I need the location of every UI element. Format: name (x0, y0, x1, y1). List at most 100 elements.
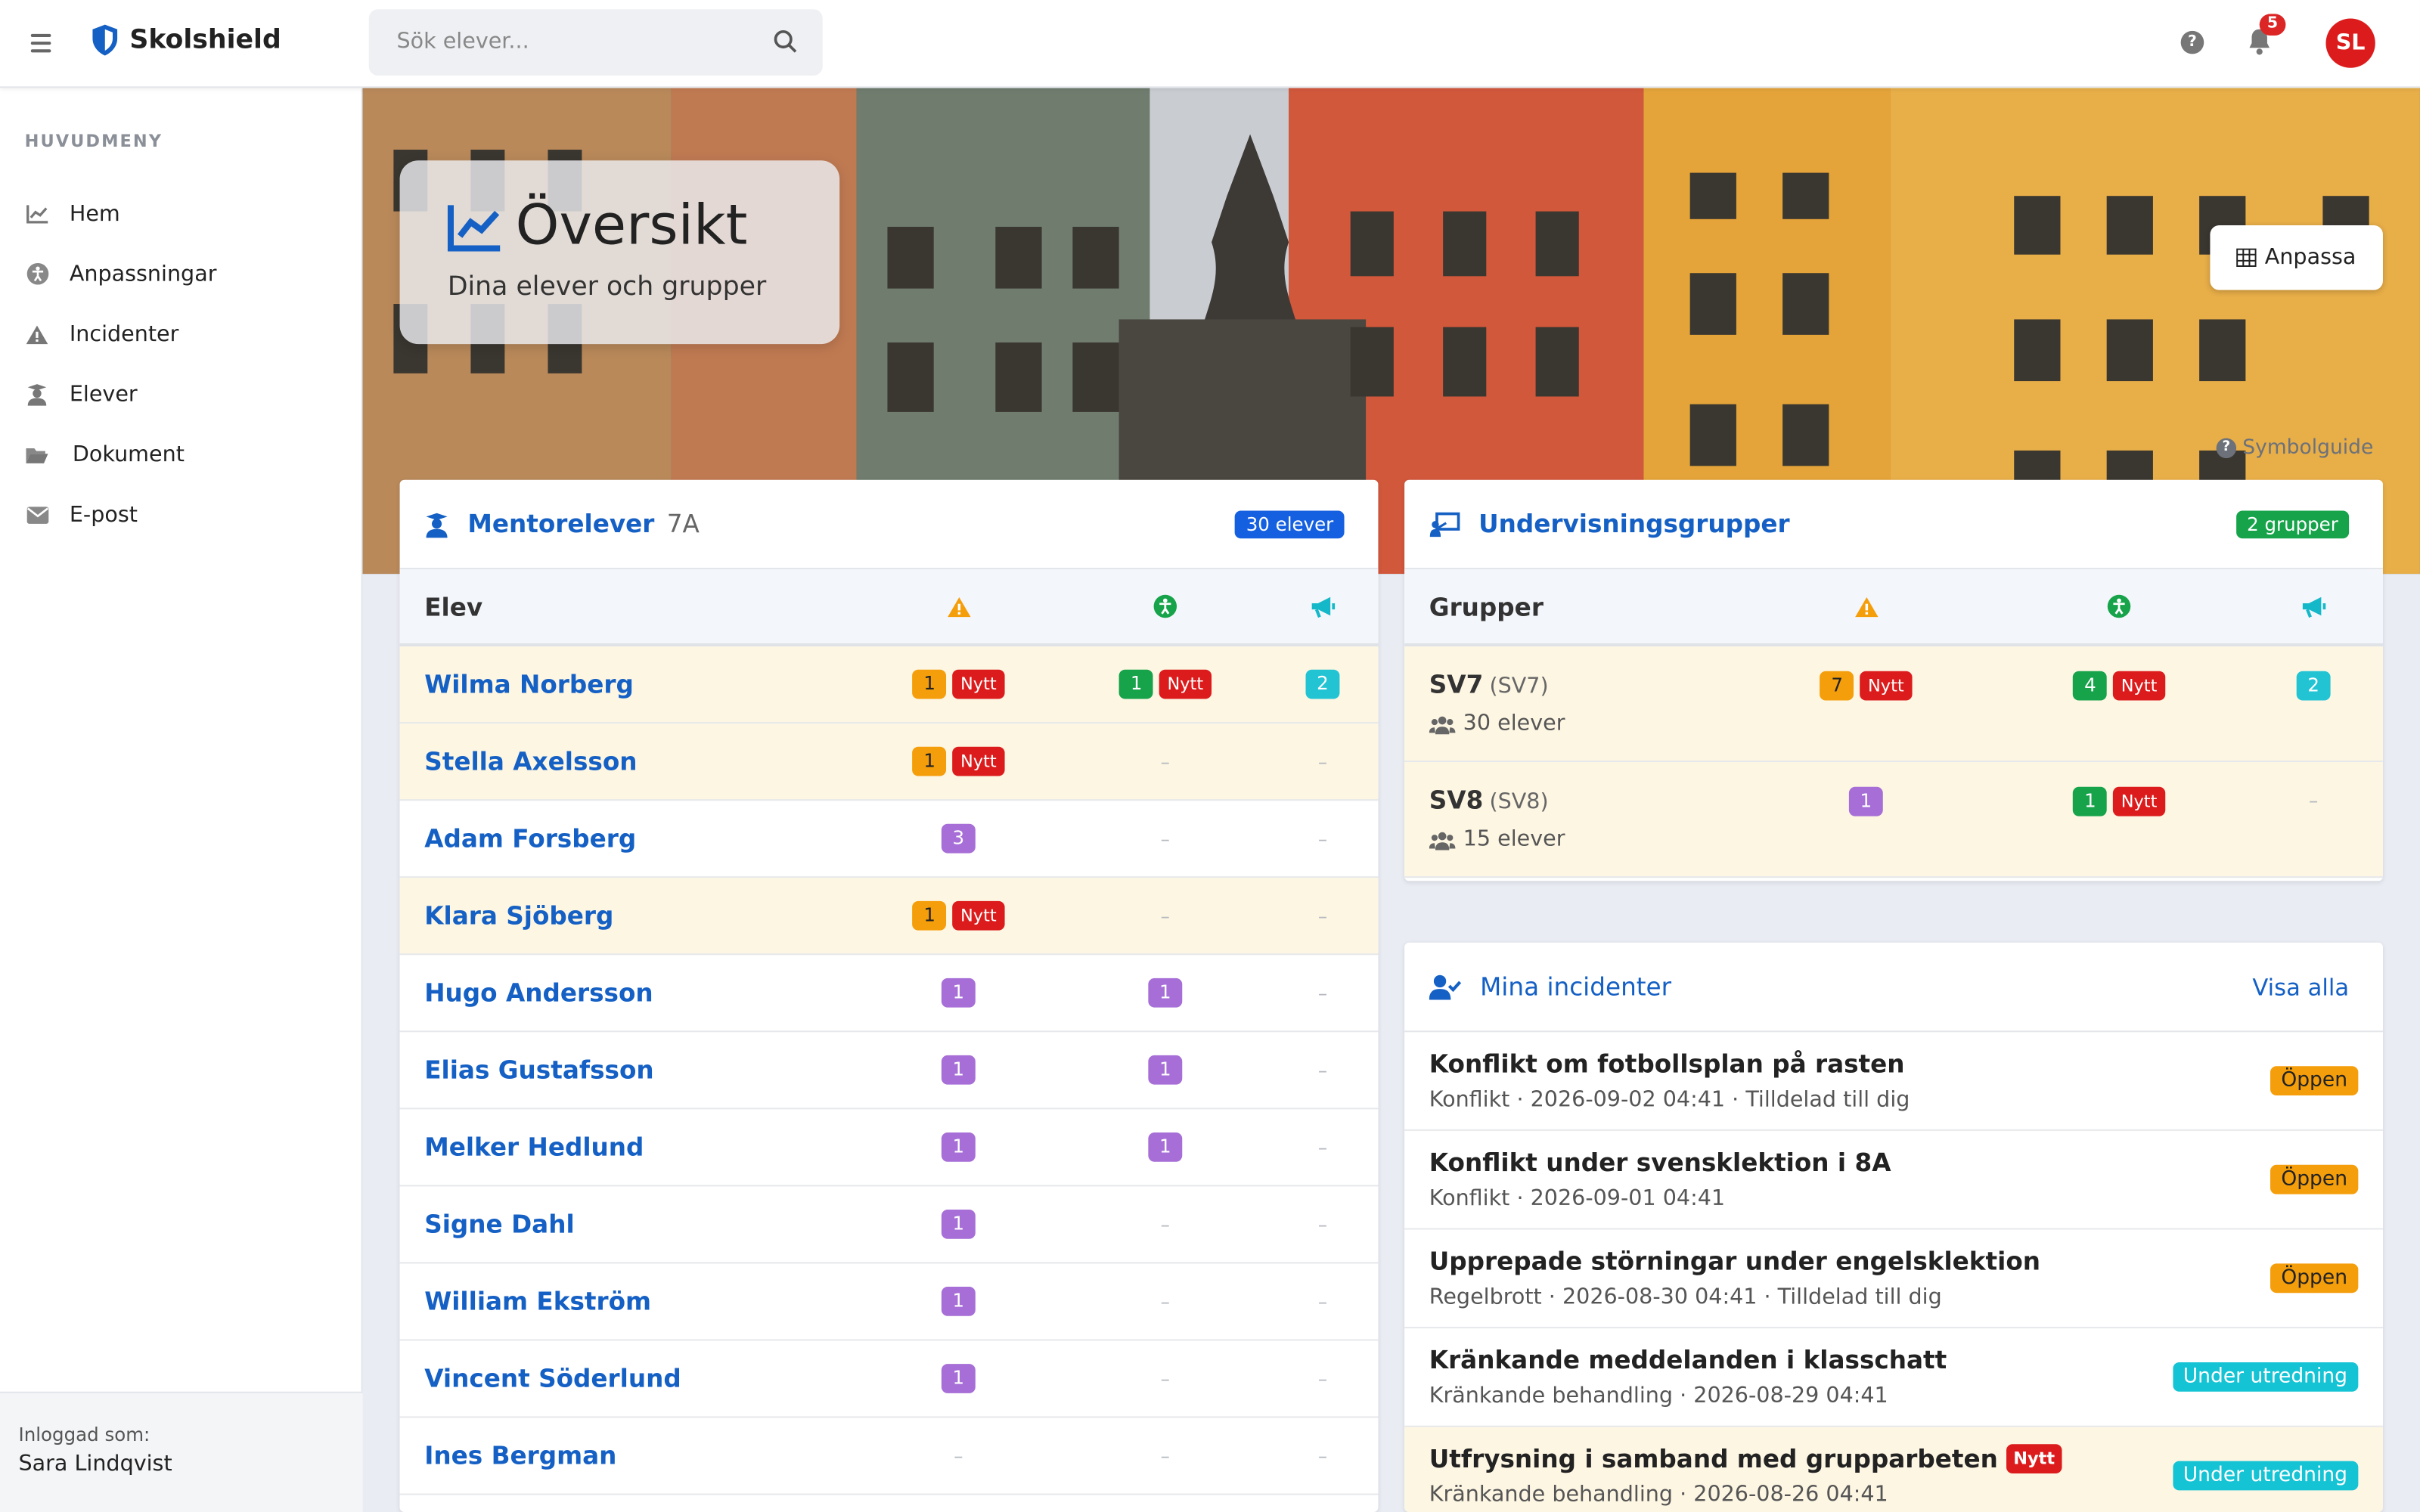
mentor-card-title[interactable]: Mentorelever (467, 509, 654, 538)
empty-value: – (1160, 1290, 1170, 1312)
new-badge: Nytt (2006, 1444, 2063, 1473)
incident-count-badge: 1 (941, 1209, 976, 1239)
incident-count-badge: 1 (941, 1364, 976, 1393)
group-student-count: 30 elever (1463, 711, 1565, 736)
users-icon (1429, 831, 1456, 850)
student-name-link[interactable]: Signe Dahl (424, 1210, 574, 1239)
incident-row[interactable]: Kränkande meddelanden i klasschatt Kränk… (1404, 1328, 2383, 1427)
incident-title[interactable]: Upprepade störningar under engelsklektio… (1429, 1247, 2040, 1276)
table-row[interactable]: Signe Dahl 1 – – (399, 1186, 1379, 1264)
notifications-button[interactable]: 5 (2247, 14, 2286, 62)
groups-card-title[interactable]: Undervisningsgrupper (1478, 509, 1790, 538)
chart-line-icon (26, 205, 48, 224)
search-placeholder: Sök elever... (396, 29, 529, 54)
incident-meta: Konflikt · 2026-09-02 04:41 · Tilldelad … (1429, 1087, 1910, 1113)
accessibility-icon (2107, 594, 2131, 618)
student-name-link[interactable]: Vincent Söderlund (424, 1364, 681, 1393)
incident-title[interactable]: Kränkande meddelanden i klasschatt (1429, 1346, 1947, 1375)
table-row[interactable]: Elias Gustafsson 1 1 – (399, 1032, 1379, 1110)
sidebar-item-label: Dokument (72, 442, 185, 467)
student-name-link[interactable]: Melker Hedlund (424, 1132, 644, 1162)
empty-value: – (1160, 1368, 1170, 1390)
customize-button[interactable]: Anpassa (2210, 225, 2383, 290)
mentor-card-header: Mentorelever 7A 30 elever (399, 480, 1379, 570)
table-row[interactable]: Hugo Andersson 1 1 – (399, 955, 1379, 1033)
brand[interactable]: Skolshield (89, 23, 281, 57)
main-menu: Hem Anpassningar Incidenter Elever Dokum… (0, 184, 363, 545)
incident-count-badge: 1 (912, 900, 947, 931)
status-badge: Öppen (2270, 1164, 2359, 1194)
view-all-link[interactable]: Visa alla (2252, 974, 2349, 1002)
mentor-table-header: Elev (399, 569, 1379, 647)
student-name-link[interactable]: Elias Gustafsson (424, 1055, 653, 1085)
sidebar-item-label: Incidenter (69, 321, 179, 347)
table-row[interactable]: Klara Sjöberg 1 Nytt – – (399, 878, 1379, 956)
student-name-link[interactable]: Klara Sjöberg (424, 901, 613, 931)
student-name-link[interactable]: Ines Bergman (424, 1441, 616, 1470)
new-badge: Nytt (2113, 670, 2165, 700)
table-row[interactable]: Vincent Söderlund 1 – – (399, 1340, 1379, 1418)
student-name-link[interactable]: Hugo Andersson (424, 978, 653, 1008)
group-row[interactable]: SV8 (SV8) 15 elever 1 1 Nytt – (1404, 762, 2383, 878)
symbol-guide-label: Symbolguide (2242, 436, 2374, 460)
empty-value: – (954, 1445, 963, 1467)
table-row[interactable]: Ines Bergman – – – (399, 1418, 1379, 1495)
empty-value: – (1160, 1213, 1170, 1235)
menu-toggle-icon[interactable] (30, 28, 59, 59)
adjustment-count-badge: 1 (1148, 1055, 1183, 1085)
grid-icon (2237, 248, 2257, 268)
sidebar: HUVUDMENY Hem Anpassningar Incidenter El… (0, 88, 363, 1512)
avatar[interactable]: SL (2325, 18, 2375, 68)
incident-count-badge: 1 (941, 978, 976, 1008)
group-code: (SV8) (1489, 789, 1549, 815)
empty-value: – (2309, 789, 2319, 812)
megaphone-icon (2301, 596, 2325, 618)
status-badge: Öppen (2270, 1066, 2359, 1095)
sidebar-item-incidenter[interactable]: Incidenter (0, 304, 363, 364)
megaphone-icon (1311, 596, 1335, 618)
incident-meta: Regelbrott · 2026-08-30 04:41 · Tilldela… (1429, 1284, 1942, 1310)
empty-value: – (1317, 1213, 1328, 1235)
incident-row[interactable]: Konflikt om fotbollsplan på rasten Konfl… (1404, 1032, 2383, 1131)
sidebar-item-label: Hem (69, 201, 120, 226)
status-badge: Under utredning (2172, 1362, 2359, 1392)
incident-title[interactable]: Konflikt under svensklektion i 8A (1429, 1148, 1891, 1177)
search-input[interactable]: Sök elever... (368, 9, 823, 76)
sidebar-item-dokument[interactable]: Dokument (0, 424, 363, 485)
logged-in-panel: Inloggad som: Sara Lindqvist (0, 1391, 363, 1512)
group-row[interactable]: SV7 (SV7) 30 elever 7 Nytt 4 Nytt 2 (1404, 646, 2383, 763)
incident-row[interactable]: Utfrysning i samband med grupparbeten Nyt… (1404, 1427, 2383, 1512)
student-icon (426, 512, 448, 538)
incident-title[interactable]: Utfrysning i samband med grupparbeten (1429, 1444, 1998, 1473)
table-row[interactable]: William Ekström 1 – – (399, 1263, 1379, 1341)
incident-row[interactable]: Upprepade störningar under engelsklektio… (1404, 1230, 2383, 1329)
teacher-board-icon (1429, 511, 1460, 537)
adjustment-count-badge: 1 (1148, 1132, 1183, 1162)
accessibility-icon (26, 262, 48, 285)
question-icon: ? (2216, 438, 2237, 459)
symbol-guide-link[interactable]: ? Symbolguide (2216, 436, 2374, 460)
sidebar-item-e-post[interactable]: E-post (0, 485, 363, 545)
sidebar-item-hem[interactable]: Hem (0, 184, 363, 244)
student-name-link[interactable]: Stella Axelsson (424, 747, 637, 776)
student-name-link[interactable]: Adam Forsberg (424, 824, 636, 854)
message-count-badge: 2 (2296, 670, 2331, 700)
help-icon[interactable]: ? (2180, 30, 2204, 54)
sidebar-item-anpassningar[interactable]: Anpassningar (0, 243, 363, 304)
sidebar-item-label: Elever (69, 382, 138, 407)
incident-row[interactable]: Konflikt under svensklektion i 8A Konfli… (1404, 1131, 2383, 1230)
student-name-link[interactable]: Wilma Norberg (424, 670, 634, 699)
table-row[interactable]: Wilma Norberg 1 Nytt 1 Nytt 2 (399, 646, 1379, 724)
group-name[interactable]: SV8 (1429, 785, 1484, 815)
sidebar-item-elever[interactable]: Elever (0, 364, 363, 425)
student-count-badge: 30 elever (1235, 510, 1345, 539)
group-name[interactable]: SV7 (1429, 670, 1484, 699)
search-icon[interactable] (773, 29, 798, 54)
incident-count-badge: 3 (941, 823, 976, 854)
student-icon (27, 384, 47, 406)
student-name-link[interactable]: William Ekström (424, 1287, 651, 1316)
table-row[interactable]: Stella Axelsson 1 Nytt – – (399, 723, 1379, 801)
table-row[interactable]: Adam Forsberg 3 – – (399, 801, 1379, 878)
table-row[interactable]: Melker Hedlund 1 1 – (399, 1109, 1379, 1187)
incident-title[interactable]: Konflikt om fotbollsplan på rasten (1429, 1049, 1905, 1079)
